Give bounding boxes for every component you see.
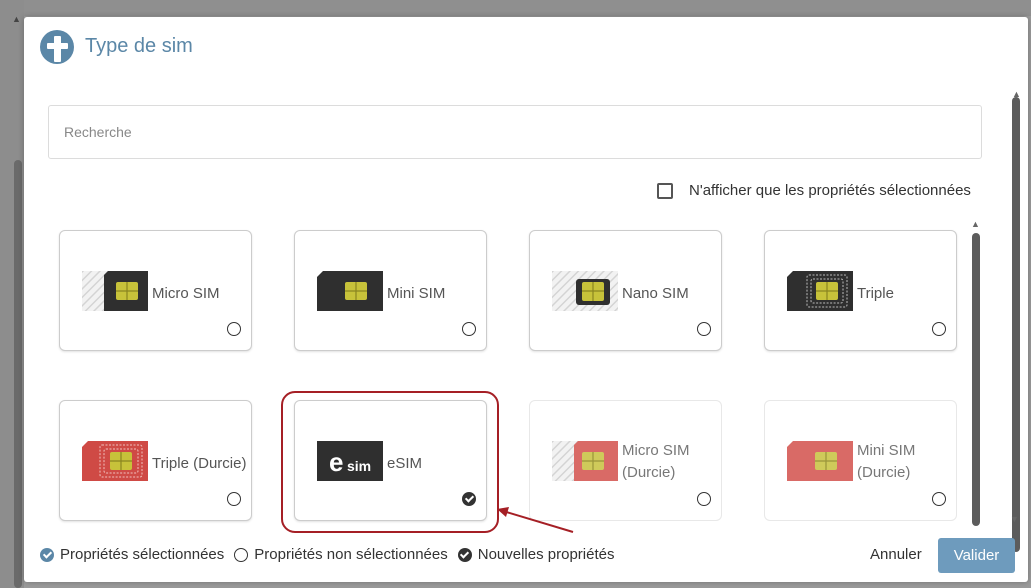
sim-card-radio[interactable] bbox=[227, 492, 241, 506]
background-top bbox=[0, 0, 1031, 16]
triple-durcie-sim-icon bbox=[82, 441, 148, 481]
sim-card-label: Nano SIM bbox=[622, 285, 689, 302]
legend: Propriétés sélectionnées Propriétés non … bbox=[40, 546, 624, 563]
sim-card-label: Micro SIM bbox=[152, 285, 220, 302]
add-icon bbox=[40, 30, 74, 64]
sim-card-radio[interactable] bbox=[932, 492, 946, 506]
background-scroll-up-icon[interactable]: ▲ bbox=[12, 14, 21, 24]
sim-card-option[interactable]: Nano SIM bbox=[529, 230, 722, 351]
background-scrollbar[interactable] bbox=[14, 160, 22, 588]
sim-card-radio[interactable] bbox=[227, 322, 241, 336]
triple-sim-icon bbox=[787, 271, 853, 311]
sim-card-label: Triple (Durcie) bbox=[152, 455, 247, 472]
sim-type-dialog: Type de sim ▲ N'afficher que les proprié… bbox=[24, 17, 1028, 582]
selected-only-filter[interactable]: N'afficher que les propriétés sélectionn… bbox=[657, 182, 971, 199]
micro-sim-durcie-icon bbox=[552, 441, 618, 481]
selected-only-label: N'afficher que les propriétés sélectionn… bbox=[689, 182, 971, 199]
sim-card-radio[interactable] bbox=[697, 492, 711, 506]
annotation-highlight bbox=[281, 391, 499, 533]
search-input[interactable] bbox=[48, 105, 982, 159]
selected-check-icon bbox=[40, 547, 54, 562]
micro-sim-icon bbox=[82, 271, 148, 311]
sim-card-option[interactable]: Micro SIM bbox=[59, 230, 252, 351]
dialog-title: Type de sim bbox=[85, 35, 193, 57]
annotation-arrow-icon bbox=[497, 507, 574, 533]
sim-card-radio[interactable] bbox=[697, 322, 711, 336]
sim-card-radio[interactable] bbox=[462, 322, 476, 336]
empty-radio-icon bbox=[234, 547, 249, 562]
sim-card-option[interactable]: Triple (Durcie) bbox=[59, 400, 252, 521]
selected-only-checkbox[interactable] bbox=[657, 182, 673, 199]
sim-card-label: Mini SIM bbox=[387, 285, 446, 302]
nano-sim-icon bbox=[552, 271, 618, 311]
sim-card-radio[interactable] bbox=[932, 322, 946, 336]
validate-button[interactable]: Valider bbox=[938, 538, 1015, 573]
mini-sim-icon bbox=[317, 271, 383, 311]
sim-card-label: Mini SIM (Durcie) bbox=[857, 442, 916, 481]
sim-card-label: Triple bbox=[857, 285, 894, 302]
cancel-button[interactable]: Annuler bbox=[870, 546, 922, 563]
legend-not-selected: Propriétés non sélectionnées bbox=[234, 546, 448, 563]
sim-card-option[interactable]: Triple bbox=[764, 230, 957, 351]
dialog-scroll-down-icon[interactable]: ▼ bbox=[1010, 514, 1019, 524]
mini-sim-durcie-icon bbox=[787, 441, 853, 481]
new-check-icon bbox=[457, 547, 472, 562]
legend-selected: Propriétés sélectionnées bbox=[40, 546, 224, 563]
sim-card-option[interactable]: Mini SIM (Durcie) bbox=[764, 400, 957, 521]
sim-card-option[interactable]: Mini SIM bbox=[294, 230, 487, 351]
legend-new: Nouvelles propriétés bbox=[457, 546, 614, 563]
dialog-scrollbar[interactable] bbox=[1012, 97, 1020, 552]
grid-scrollbar[interactable] bbox=[972, 233, 980, 526]
sim-card-label: Micro SIM (Durcie) bbox=[622, 442, 690, 481]
grid-scroll-up-icon[interactable]: ▲ bbox=[971, 219, 980, 229]
